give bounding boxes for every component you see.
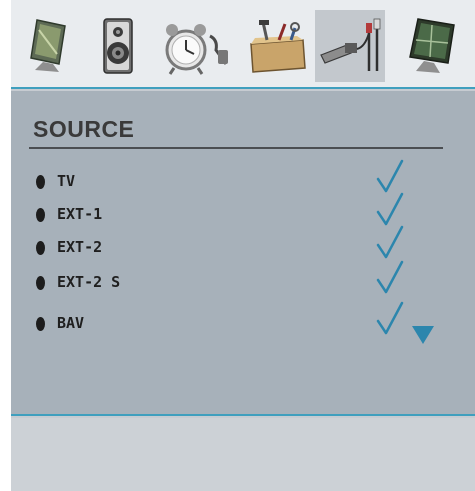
tab-features[interactable] — [397, 10, 467, 82]
tab-source[interactable] — [315, 10, 385, 82]
source-item-label: BAV — [57, 314, 85, 332]
bullet-icon — [36, 317, 45, 331]
checkmark-icon[interactable] — [375, 225, 405, 265]
tab-sound[interactable] — [87, 10, 149, 82]
source-menu-panel: SOURCE TV EXT-1 EXT-2 EXT-2 S BAV — [11, 91, 475, 416]
menu-tab-bar — [11, 0, 475, 89]
tab-picture[interactable] — [17, 10, 79, 82]
source-item-label: TV — [57, 172, 76, 190]
scroll-down-arrow-icon[interactable] — [412, 326, 434, 344]
bullet-icon — [36, 175, 45, 189]
checkmark-icon[interactable] — [375, 301, 405, 341]
tv-feature-icon — [404, 15, 460, 77]
info-footer — [11, 418, 475, 491]
source-item-label: EXT-1 — [57, 205, 103, 223]
source-item-ext2s[interactable]: EXT-2 S — [11, 260, 475, 300]
toolbox-setup-icon — [245, 18, 311, 74]
source-item-label: EXT-2 — [57, 238, 103, 256]
checkmark-icon[interactable] — [375, 260, 405, 300]
speaker-sound-icon — [98, 15, 138, 77]
page-title: SOURCE — [33, 116, 135, 142]
source-item-ext2[interactable]: EXT-2 — [11, 225, 475, 265]
tab-timer[interactable] — [157, 10, 237, 82]
source-item-ext1[interactable]: EXT-1 — [11, 192, 475, 232]
bullet-icon — [36, 241, 45, 255]
source-item-bav[interactable]: BAV — [11, 301, 475, 341]
bullet-icon — [36, 276, 45, 290]
cable-source-icon — [317, 15, 383, 77]
source-item-tv[interactable]: TV — [11, 159, 475, 199]
title-divider — [29, 147, 443, 149]
bullet-icon — [36, 208, 45, 222]
tv-picture-icon — [25, 16, 71, 76]
tab-setup[interactable] — [243, 10, 313, 82]
alarm-clock-icon — [158, 16, 236, 76]
source-item-label: EXT-2 S — [57, 273, 121, 291]
